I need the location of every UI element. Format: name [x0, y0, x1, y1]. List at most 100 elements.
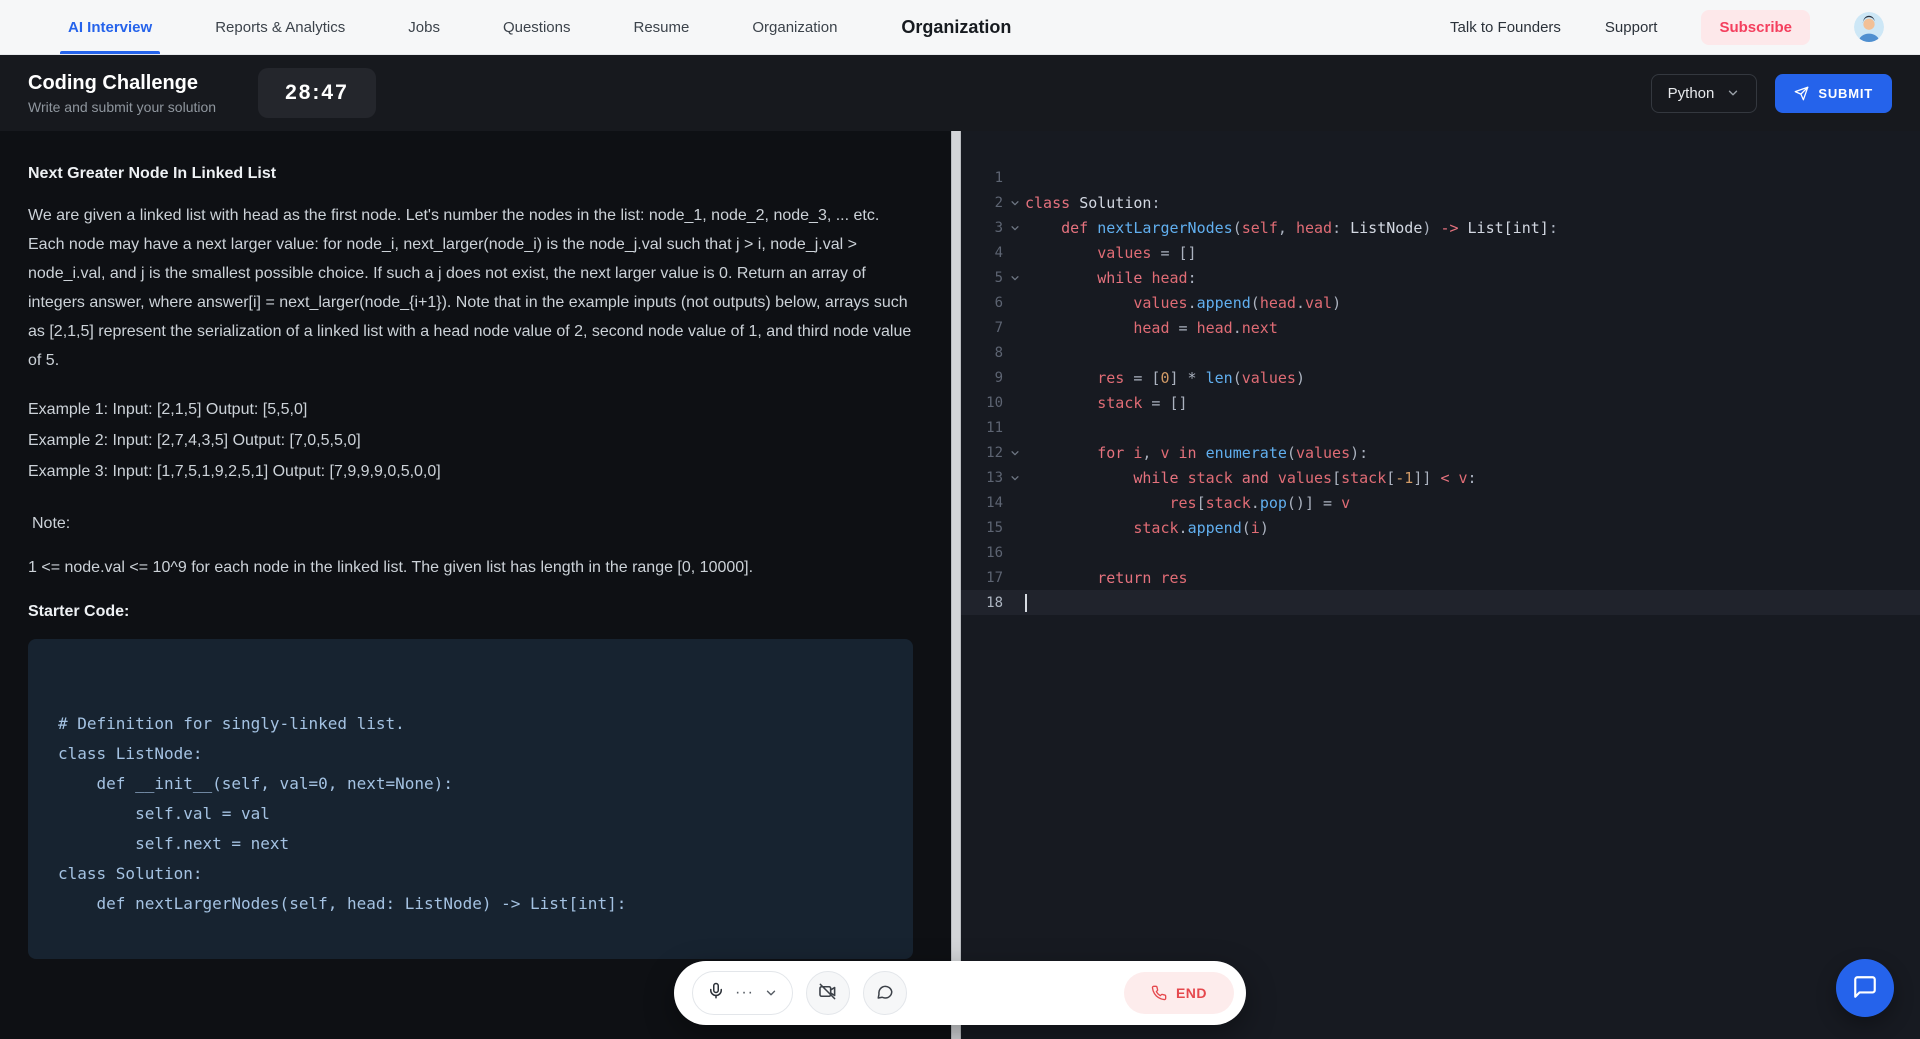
code-text: while stack and values[stack[-1]] < v:: [1025, 469, 1477, 487]
editor-line[interactable]: 7 head = head.next: [961, 315, 1920, 340]
starter-code-line: self.val = val: [58, 799, 883, 829]
page-subtitle: Write and submit your solution: [28, 99, 216, 115]
code-text: [1025, 593, 1027, 612]
nav-item-ai-interview[interactable]: AI Interview: [68, 0, 152, 54]
editor-line[interactable]: 12 for i, v in enumerate(values):: [961, 440, 1920, 465]
editor-line[interactable]: 16: [961, 540, 1920, 565]
more-options-dots: ···: [735, 988, 754, 998]
fold-chevron-icon[interactable]: [1005, 473, 1025, 483]
starter-code-line: [58, 679, 883, 709]
editor-line[interactable]: 10 stack = []: [961, 390, 1920, 415]
example-line: Example 1: Input: [2,1,5] Output: [5,5,0…: [28, 401, 913, 419]
nav-item-resume[interactable]: Resume: [634, 0, 690, 54]
line-number: 14: [961, 495, 1005, 511]
line-number: 1: [961, 170, 1005, 186]
line-number: 5: [961, 270, 1005, 286]
call-toolbar: ··· END: [674, 961, 1246, 1025]
problem-title: Next Greater Node In Linked List: [28, 165, 913, 183]
nav-right: Talk to Founders Support Subscribe: [1450, 10, 1884, 45]
starter-code-line: def nextLargerNodes(self, head: ListNode…: [58, 889, 883, 919]
editor-line[interactable]: 5 while head:: [961, 265, 1920, 290]
avatar[interactable]: [1854, 12, 1884, 42]
editor-line[interactable]: 2class Solution:: [961, 190, 1920, 215]
line-number: 16: [961, 545, 1005, 561]
editor-line[interactable]: 14 res[stack.pop()] = v: [961, 490, 1920, 515]
example-line: Example 2: Input: [2,7,4,3,5] Output: [7…: [28, 432, 913, 450]
submit-label: SUBMIT: [1818, 86, 1873, 101]
end-call-label: END: [1176, 985, 1207, 1001]
header-titles: Coding Challenge Write and submit your s…: [28, 72, 216, 115]
editor-line[interactable]: 8: [961, 340, 1920, 365]
starter-code-line: self.next = next: [58, 829, 883, 859]
fold-chevron-icon[interactable]: [1005, 273, 1025, 283]
chat-icon: [876, 983, 894, 1004]
code-text: values.append(head.val): [1025, 294, 1341, 312]
editor-line[interactable]: 3 def nextLargerNodes(self, head: ListNo…: [961, 215, 1920, 240]
user-avatar-image: [1854, 29, 1884, 42]
fold-chevron-icon[interactable]: [1005, 448, 1025, 458]
camera-off-button[interactable]: [806, 971, 850, 1015]
editor-line[interactable]: 13 while stack and values[stack[-1]] < v…: [961, 465, 1920, 490]
workspace: Next Greater Node In Linked List We are …: [0, 131, 1920, 1039]
nav-link-support[interactable]: Support: [1605, 19, 1658, 36]
editor-lines: 1 2class Solution:3 def nextLargerNodes(s…: [961, 165, 1920, 615]
editor-line[interactable]: 1: [961, 165, 1920, 190]
language-select[interactable]: Python: [1651, 74, 1758, 113]
phone-icon: [1151, 985, 1167, 1001]
fold-chevron-icon[interactable]: [1005, 223, 1025, 233]
starter-code-line: def __init__(self, val=0, next=None):: [58, 769, 883, 799]
nav-item-questions[interactable]: Questions: [503, 0, 571, 54]
line-number: 3: [961, 220, 1005, 236]
line-number: 13: [961, 470, 1005, 486]
camera-off-icon: [818, 982, 837, 1004]
editor-line[interactable]: 6 values.append(head.val): [961, 290, 1920, 315]
starter-code-line: class Solution:: [58, 859, 883, 889]
text-cursor: [1025, 594, 1027, 612]
chevron-down-icon: [1726, 86, 1740, 100]
nav-item-reports-analytics[interactable]: Reports & Analytics: [215, 0, 345, 54]
editor-line[interactable]: 11: [961, 415, 1920, 440]
language-select-value: Python: [1668, 85, 1715, 102]
line-number: 4: [961, 245, 1005, 261]
editor-line[interactable]: 17 return res: [961, 565, 1920, 590]
code-text: res[stack.pop()] = v: [1025, 494, 1350, 512]
code-text: res = [0] * len(values): [1025, 369, 1305, 387]
submit-button[interactable]: SUBMIT: [1775, 74, 1892, 113]
editor-line[interactable]: 15 stack.append(i): [961, 515, 1920, 540]
chat-fab-button[interactable]: [1836, 959, 1894, 1017]
chat-button[interactable]: [863, 971, 907, 1015]
starter-code-line: # Definition for singly-linked list.: [58, 709, 883, 739]
nav-item-jobs[interactable]: Jobs: [408, 0, 440, 54]
line-number: 6: [961, 295, 1005, 311]
nav-link-talk-to-founders[interactable]: Talk to Founders: [1450, 19, 1561, 36]
end-call-button[interactable]: END: [1124, 972, 1234, 1014]
panel-resize-divider[interactable]: [951, 131, 961, 1039]
mic-control-group[interactable]: ···: [692, 971, 793, 1015]
starter-code-label: Starter Code:: [28, 603, 913, 621]
nav-links: Talk to Founders Support: [1450, 19, 1657, 36]
line-number: 10: [961, 395, 1005, 411]
line-number: 18: [961, 595, 1005, 611]
countdown-timer: 28:47: [258, 68, 376, 118]
editor-line[interactable]: 4 values = []: [961, 240, 1920, 265]
line-number: 7: [961, 320, 1005, 336]
editor-line[interactable]: 18: [961, 590, 1920, 615]
nav-item-organization[interactable]: Organization: [752, 0, 837, 54]
code-text: stack.append(i): [1025, 519, 1269, 537]
starter-code-block: # Definition for singly-linked list.clas…: [28, 639, 913, 959]
top-navbar: AI Interview Reports & Analytics Jobs Quest…: [0, 0, 1920, 55]
code-editor[interactable]: 1 2class Solution:3 def nextLargerNodes(s…: [961, 131, 1920, 1039]
line-number: 8: [961, 345, 1005, 361]
send-icon: [1794, 86, 1809, 101]
editor-line[interactable]: 9 res = [0] * len(values): [961, 365, 1920, 390]
nav-items: AI Interview Reports & Analytics Jobs Quest…: [68, 0, 837, 54]
problem-description: We are given a linked list with head as …: [28, 201, 913, 375]
starter-code-line: class ListNode:: [58, 739, 883, 769]
challenge-header: Coding Challenge Write and submit your s…: [0, 55, 1920, 131]
code-text: class Solution:: [1025, 194, 1160, 212]
subscribe-button[interactable]: Subscribe: [1701, 10, 1810, 45]
line-number: 17: [961, 570, 1005, 586]
note-label: Note:: [32, 515, 913, 533]
problem-panel: Next Greater Node In Linked List We are …: [0, 131, 951, 1039]
fold-chevron-icon[interactable]: [1005, 198, 1025, 208]
